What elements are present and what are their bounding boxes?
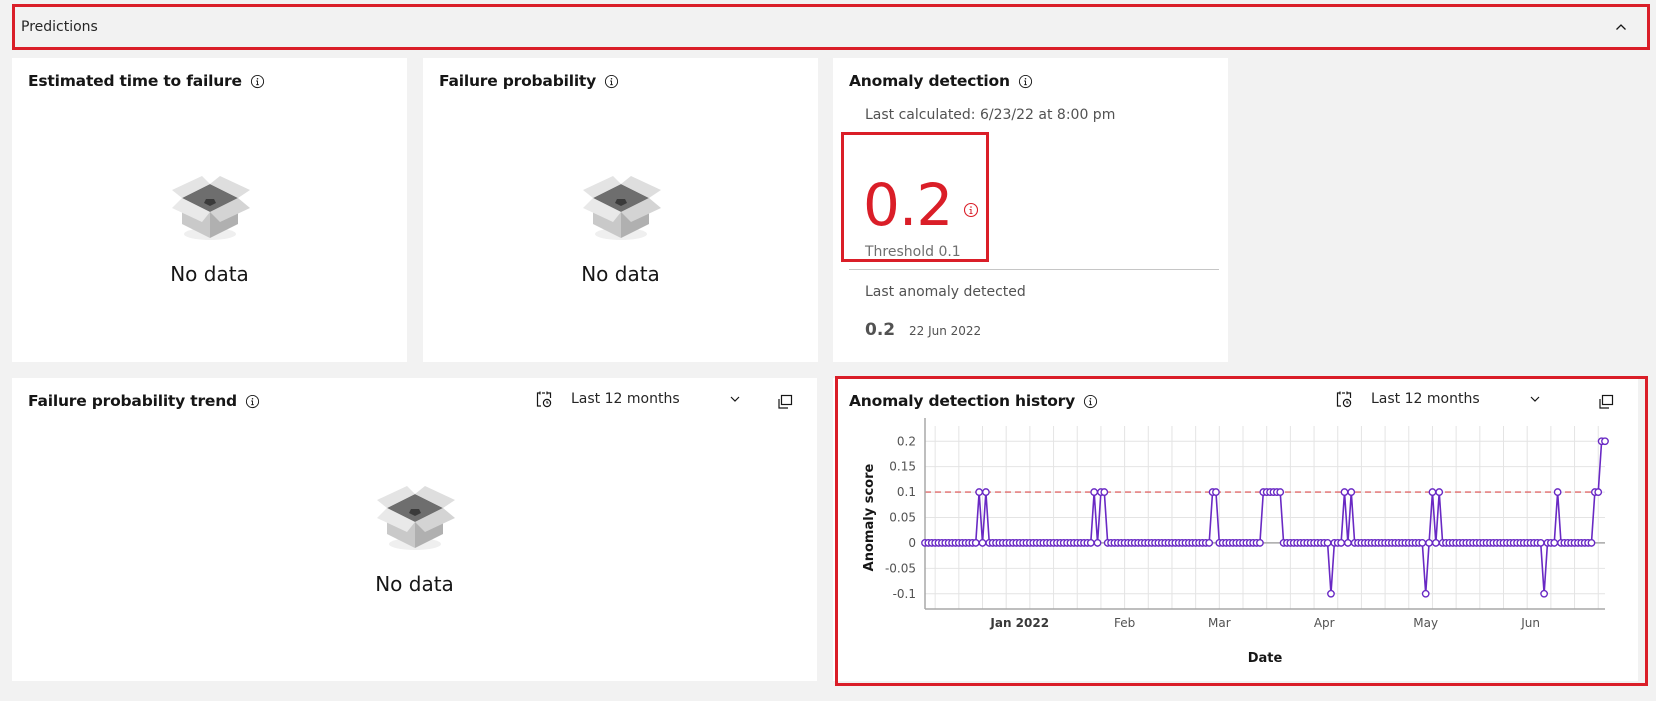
data-point [1421, 589, 1430, 598]
data-point [1276, 488, 1285, 496]
data-point [1425, 539, 1433, 547]
data-point [978, 539, 987, 547]
x-tick-label: Jun [1520, 616, 1540, 630]
y-tick-label: 0.05 [889, 511, 916, 525]
x-tick-label: Feb [1114, 616, 1135, 630]
data-point [1337, 539, 1346, 547]
anomaly-history-chart: 0.2 0.15 0.1 0.05 0 -0.05 -0.1 Jan 2022 Feb Mar A… [862, 418, 1609, 666]
x-axis-ticks: Jan 2022 Feb Mar Apr May Jun [989, 616, 1540, 630]
data-point [975, 488, 984, 496]
data-point [971, 539, 980, 547]
data-point [1553, 488, 1562, 496]
y-axis-ticks: 0.2 0.15 0.1 0.05 0 -0.05 -0.1 [885, 434, 916, 601]
x-tick-label: May [1413, 616, 1438, 630]
data-point [1340, 488, 1349, 496]
data-point [1601, 437, 1609, 446]
data-point [1256, 539, 1264, 547]
data-point [1343, 539, 1352, 547]
data-point [1090, 488, 1099, 496]
data-point [1100, 488, 1109, 496]
data-point [1323, 539, 1332, 547]
data-point [1431, 539, 1440, 547]
x-tick-label: Apr [1314, 616, 1335, 630]
data-point [1435, 488, 1444, 496]
y-axis-label: Anomaly score [862, 464, 877, 572]
x-axis-label: Date [1248, 651, 1283, 666]
y-tick-label: -0.05 [885, 561, 916, 575]
data-point [1428, 488, 1437, 496]
data-point [1212, 488, 1220, 496]
x-tick-label: Mar [1208, 616, 1231, 630]
data-point [981, 488, 990, 496]
y-tick-label: 0.15 [889, 460, 916, 474]
data-point [1086, 539, 1095, 547]
data-point [1540, 589, 1549, 598]
y-tick-label: -0.1 [893, 587, 916, 601]
data-point [1587, 539, 1596, 547]
data-point [1550, 539, 1559, 547]
chart-grid [925, 426, 1605, 609]
y-tick-label: 0.1 [897, 485, 916, 499]
data-point [1327, 589, 1335, 598]
data-point [1418, 539, 1427, 547]
y-tick-label: 0 [908, 536, 916, 550]
data-point [1205, 539, 1214, 547]
data-point [1536, 539, 1545, 547]
data-point [1093, 539, 1102, 547]
data-point [1347, 488, 1356, 496]
x-tick-label: Jan 2022 [989, 616, 1049, 630]
data-point [1594, 488, 1603, 496]
y-tick-label: 0.2 [897, 434, 916, 448]
